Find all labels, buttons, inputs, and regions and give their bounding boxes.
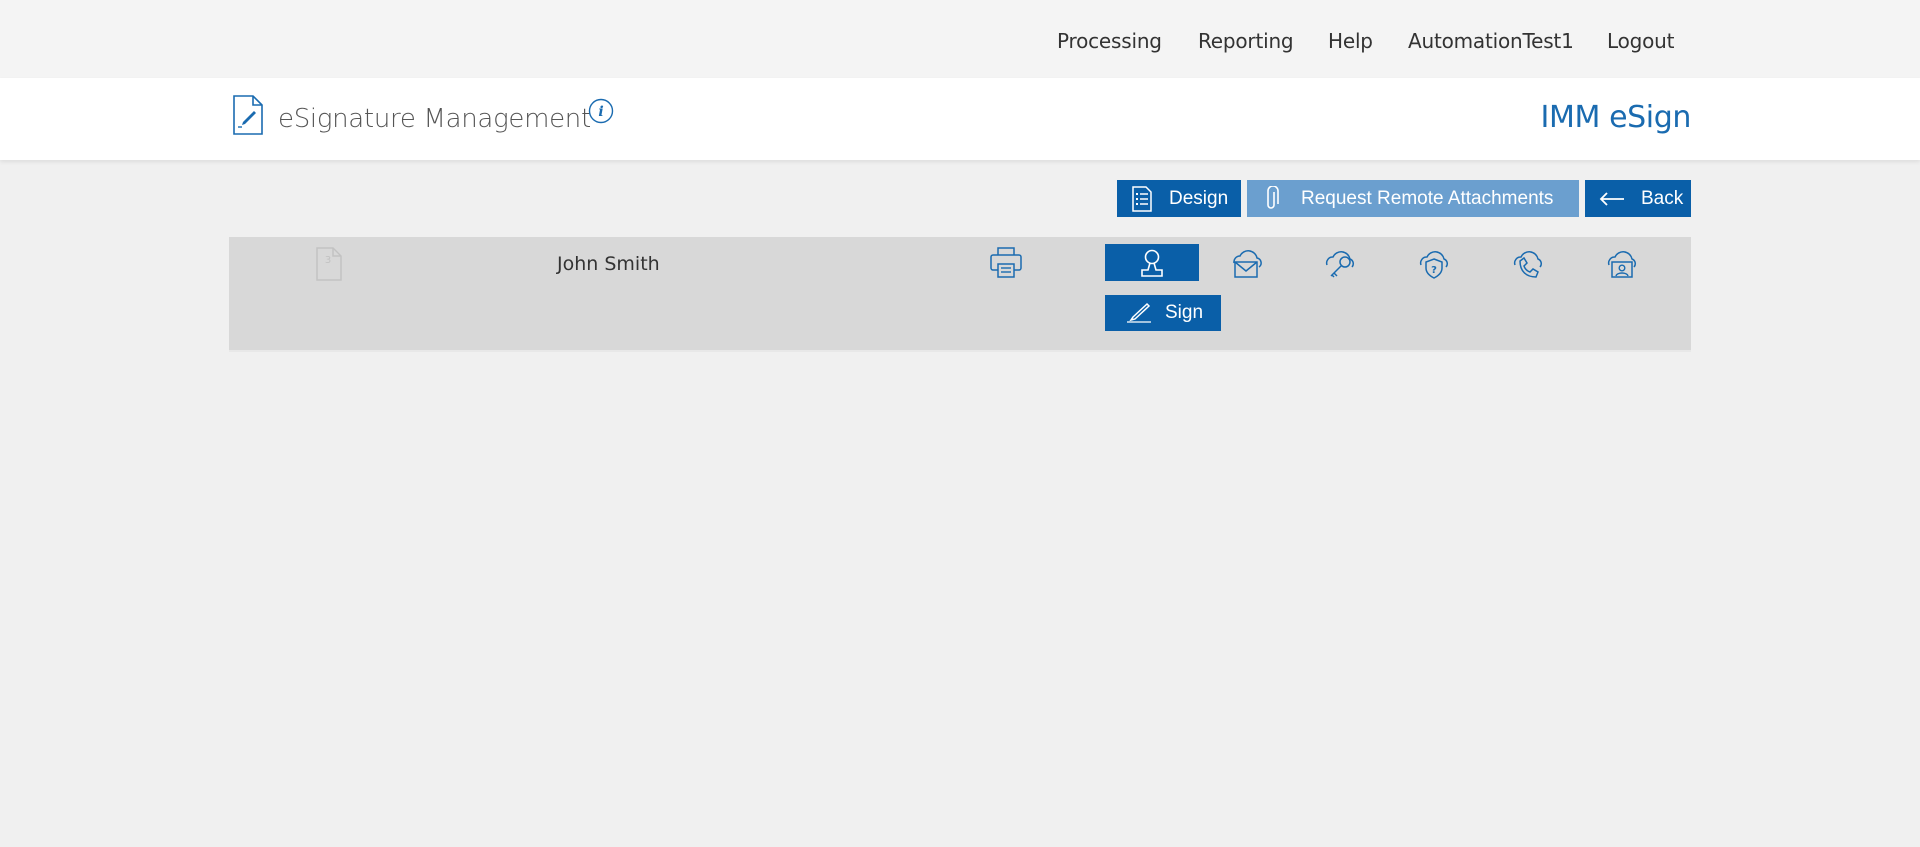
top-navigation: Processing Reporting Help AutomationTest… (0, 0, 1920, 78)
checklist-icon (1132, 185, 1152, 212)
cloud-question-icon[interactable]: ? (1387, 244, 1481, 281)
nav-help[interactable]: Help (1328, 29, 1373, 53)
svg-text:i: i (598, 104, 603, 120)
nav-reporting[interactable]: Reporting (1198, 29, 1294, 53)
nav-processing[interactable]: Processing (1057, 29, 1162, 53)
in-person-icon[interactable] (1105, 244, 1199, 281)
cloud-phone-icon[interactable] (1481, 244, 1575, 281)
brand-name: IMM eSign (1540, 100, 1692, 135)
request-remote-attachments-label: Request Remote Attachments (1301, 187, 1554, 209)
page-title: eSignature Management (278, 104, 591, 134)
svg-text:?: ? (1431, 265, 1437, 276)
nav-logout[interactable]: Logout (1607, 29, 1674, 53)
cloud-key-icon[interactable] (1293, 244, 1387, 281)
pen-icon (1127, 302, 1151, 323)
back-button-label: Back (1641, 187, 1684, 209)
signer-row: 3 John Smith ? Sign (229, 237, 1691, 352)
info-icon[interactable]: i (588, 98, 614, 124)
sign-button[interactable]: Sign (1105, 295, 1221, 331)
paperclip-icon (1267, 185, 1279, 209)
esignature-document-icon (233, 95, 263, 135)
cloud-email-icon[interactable] (1199, 244, 1293, 281)
row-divider (229, 350, 1691, 352)
sign-button-label: Sign (1165, 302, 1204, 323)
back-button[interactable]: Back (1585, 180, 1691, 217)
signing-order-number: 3 (325, 255, 331, 266)
signing-order-icon: 3 (316, 247, 342, 281)
signer-name: John Smith (557, 253, 660, 275)
page-header: eSignature Management i IMM eSign (0, 78, 1920, 160)
design-button[interactable]: Design (1117, 180, 1241, 217)
print-icon[interactable] (989, 245, 1023, 279)
cloud-id-icon[interactable] (1575, 244, 1669, 281)
design-button-label: Design (1169, 187, 1229, 209)
nav-user-account[interactable]: AutomationTest1 (1408, 29, 1574, 53)
arrow-left-icon (1599, 191, 1624, 206)
request-remote-attachments-button[interactable]: Request Remote Attachments (1247, 180, 1579, 217)
